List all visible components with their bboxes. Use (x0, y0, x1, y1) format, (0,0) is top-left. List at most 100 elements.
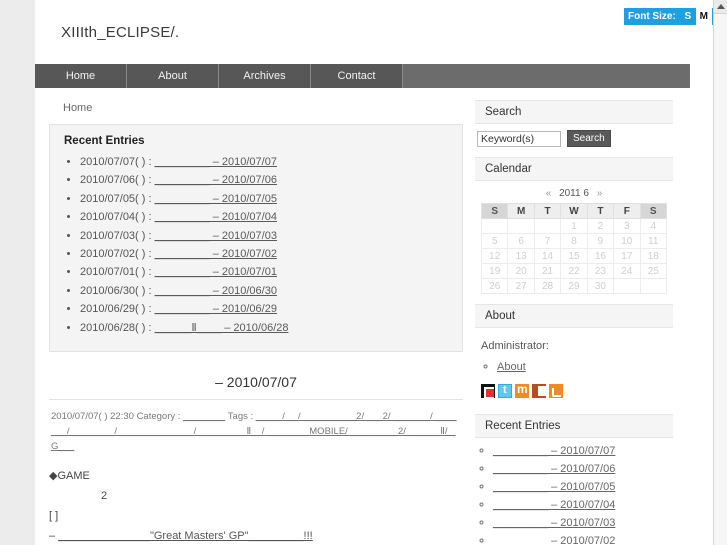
breadcrumb[interactable]: Home (49, 88, 475, 124)
entry-link[interactable]: _________ – 2010/06/30 (155, 285, 277, 297)
nav-item-archives[interactable]: Archives (219, 64, 311, 88)
calendar-day-cell[interactable]: 12 (480, 248, 509, 264)
calendar-weekday-1: M (507, 203, 535, 219)
entry-link[interactable]: _________ – 2010/07/06 (493, 463, 615, 475)
sidebar-about-title: About (475, 304, 673, 328)
entry-link[interactable]: _________ – 2010/07/07 (493, 445, 615, 457)
calendar-day-cell[interactable]: 17 (613, 248, 641, 264)
calendar-day-cell[interactable]: 10 (613, 233, 641, 249)
vertical-scrollbar[interactable] (713, 0, 727, 545)
search-input[interactable] (477, 130, 561, 147)
calendar-day-cell[interactable]: 6 (507, 233, 535, 249)
entry-link[interactable]: _________ – 2010/07/02 (155, 248, 277, 260)
font-size-medium-button[interactable]: M (695, 8, 712, 25)
calendar-day-cell[interactable]: 14 (533, 248, 562, 264)
calendar-day-cell[interactable]: 19 (480, 263, 509, 279)
sidebar-search-title: Search (475, 100, 673, 124)
list-item: _________ – 2010/07/04 (493, 496, 673, 514)
calendar-day-cell[interactable]: 7 (533, 233, 562, 249)
font-size-control: Font Size: S M L (624, 8, 727, 25)
scrollbar-track[interactable] (714, 14, 727, 545)
calendar-day-cell[interactable]: 8 (560, 233, 588, 249)
mixi-icon[interactable] (515, 382, 529, 398)
calendar-day-cell[interactable]: 24 (613, 263, 641, 279)
calendar-day-cell[interactable]: 28 (533, 278, 562, 294)
calendar-day-cell[interactable]: 18 (639, 248, 668, 264)
entry-link[interactable]: _________ – 2010/07/04 (155, 211, 277, 223)
sidebar: Search Search Calendar « 2011 6 » SMTWTF… (475, 88, 673, 545)
calendar-empty-cell (507, 218, 535, 234)
recent-entries-panel: Recent Entries 2010/07/07( ) : _________… (49, 124, 463, 353)
font-size-small-button[interactable]: S (680, 8, 696, 25)
entry-link[interactable]: _________ – 2010/07/07 (155, 156, 277, 168)
calendar-day-cell[interactable]: 25 (639, 263, 668, 279)
calendar-day-cell[interactable]: 9 (586, 233, 615, 249)
content-wrapper: Home Recent Entries 2010/07/07( ) : ____… (35, 88, 713, 545)
entry-date: 2010/07/06( ) : (80, 174, 155, 187)
article-link-4[interactable]: _______________"Great Masters' GP"______… (58, 530, 313, 542)
calendar-day-cell[interactable]: 21 (533, 263, 562, 279)
entry-link[interactable]: ______Ⅱ____ – 2010/06/28 (155, 322, 289, 334)
entry-link[interactable]: _________ – 2010/07/06 (155, 174, 277, 186)
calendar-day-cell[interactable]: 16 (586, 248, 615, 264)
entry-link[interactable]: _________ – 2010/07/02 (493, 535, 615, 545)
article-title: – 2010/07/07 (49, 374, 463, 401)
entry-link[interactable]: _________ – 2010/06/29 (155, 303, 277, 315)
twitter-icon[interactable] (498, 384, 512, 398)
calendar-day-cell[interactable]: 23 (586, 263, 615, 279)
calendar-day-cell[interactable]: 26 (480, 278, 509, 294)
about-link[interactable]: About (497, 361, 526, 373)
article-category-link[interactable]: ________ (183, 411, 225, 422)
calendar-day-cell[interactable]: 20 (507, 263, 535, 279)
article-body-heading: ◆GAME (49, 470, 90, 483)
bookmark-icon[interactable] (532, 384, 546, 398)
entry-link[interactable]: _________ – 2010/07/03 (155, 230, 277, 242)
calendar-day-cell[interactable]: 30 (586, 278, 615, 294)
social-icons (479, 376, 667, 402)
entry-link[interactable]: _________ – 2010/07/05 (493, 481, 615, 493)
list-item: About (497, 358, 667, 376)
rss-icon[interactable] (549, 384, 563, 398)
nav-item-home[interactable]: Home (35, 64, 127, 88)
calendar-weekday-4: T (586, 203, 615, 219)
search-button[interactable]: Search (567, 130, 611, 147)
calendar-day-cell[interactable]: 13 (507, 248, 535, 264)
scroll-up-arrow-icon[interactable] (714, 0, 727, 14)
entry-link[interactable]: _________ – 2010/07/04 (493, 499, 615, 511)
article-tags-label: Tags : (227, 411, 254, 423)
calendar-day-cell[interactable]: 22 (560, 263, 588, 279)
list-item: 2010/07/04( ) : _________ – 2010/07/04 (80, 208, 462, 226)
calendar-next-icon[interactable]: » (592, 188, 608, 199)
calendar-day-cell[interactable]: 27 (507, 278, 535, 294)
article-bullet-4: – (49, 530, 56, 543)
list-item: 2010/07/03( ) : _________ – 2010/07/03 (80, 227, 462, 245)
calendar-day-cell[interactable]: 11 (639, 233, 668, 249)
site-page: XIIIth_ECLIPSE/. Home About Archives Con… (35, 0, 713, 545)
calendar-week-row: 1234 (480, 218, 668, 234)
hatena-icon[interactable] (481, 384, 495, 399)
list-item: 2010/06/28( ) : ______Ⅱ____ – 2010/06/28 (80, 319, 462, 337)
article-body-line-3: [ ] (49, 510, 59, 523)
calendar-day-cell[interactable]: 29 (560, 278, 588, 294)
entry-link[interactable]: _________ – 2010/07/05 (155, 193, 277, 205)
calendar-day-cell[interactable]: 2 (586, 218, 615, 234)
article: – 2010/07/07 2010/07/07( ) 22:30 Categor… (49, 374, 463, 545)
nav-item-about[interactable]: About (127, 64, 219, 88)
calendar-day-cell[interactable]: 15 (560, 248, 588, 264)
nav-item-contact[interactable]: Contact (311, 64, 403, 88)
calendar-weekday-0: S (480, 203, 509, 219)
calendar-day-cell[interactable]: 1 (560, 218, 588, 234)
entry-date: 2010/07/01( ) : (80, 266, 155, 279)
list-item: 2010/07/06( ) : _________ – 2010/07/06 (80, 171, 462, 189)
nav-filler (403, 64, 690, 88)
article-body: ◆GAME 2 [ ] – _______________"Great Mast… (49, 454, 463, 545)
entry-link[interactable]: _________ – 2010/07/01 (155, 266, 277, 278)
entry-date: 2010/06/29( ) : (80, 303, 155, 316)
recent-entries-title: Recent Entries (64, 135, 145, 147)
page-root: XIIIth_ECLIPSE/. Home About Archives Con… (0, 0, 727, 545)
calendar-prev-icon[interactable]: « (541, 188, 557, 199)
calendar-day-cell[interactable]: 3 (613, 218, 641, 234)
calendar-day-cell[interactable]: 5 (480, 233, 509, 249)
calendar-day-cell[interactable]: 4 (639, 218, 668, 234)
entry-link[interactable]: _________ – 2010/07/03 (493, 517, 615, 529)
